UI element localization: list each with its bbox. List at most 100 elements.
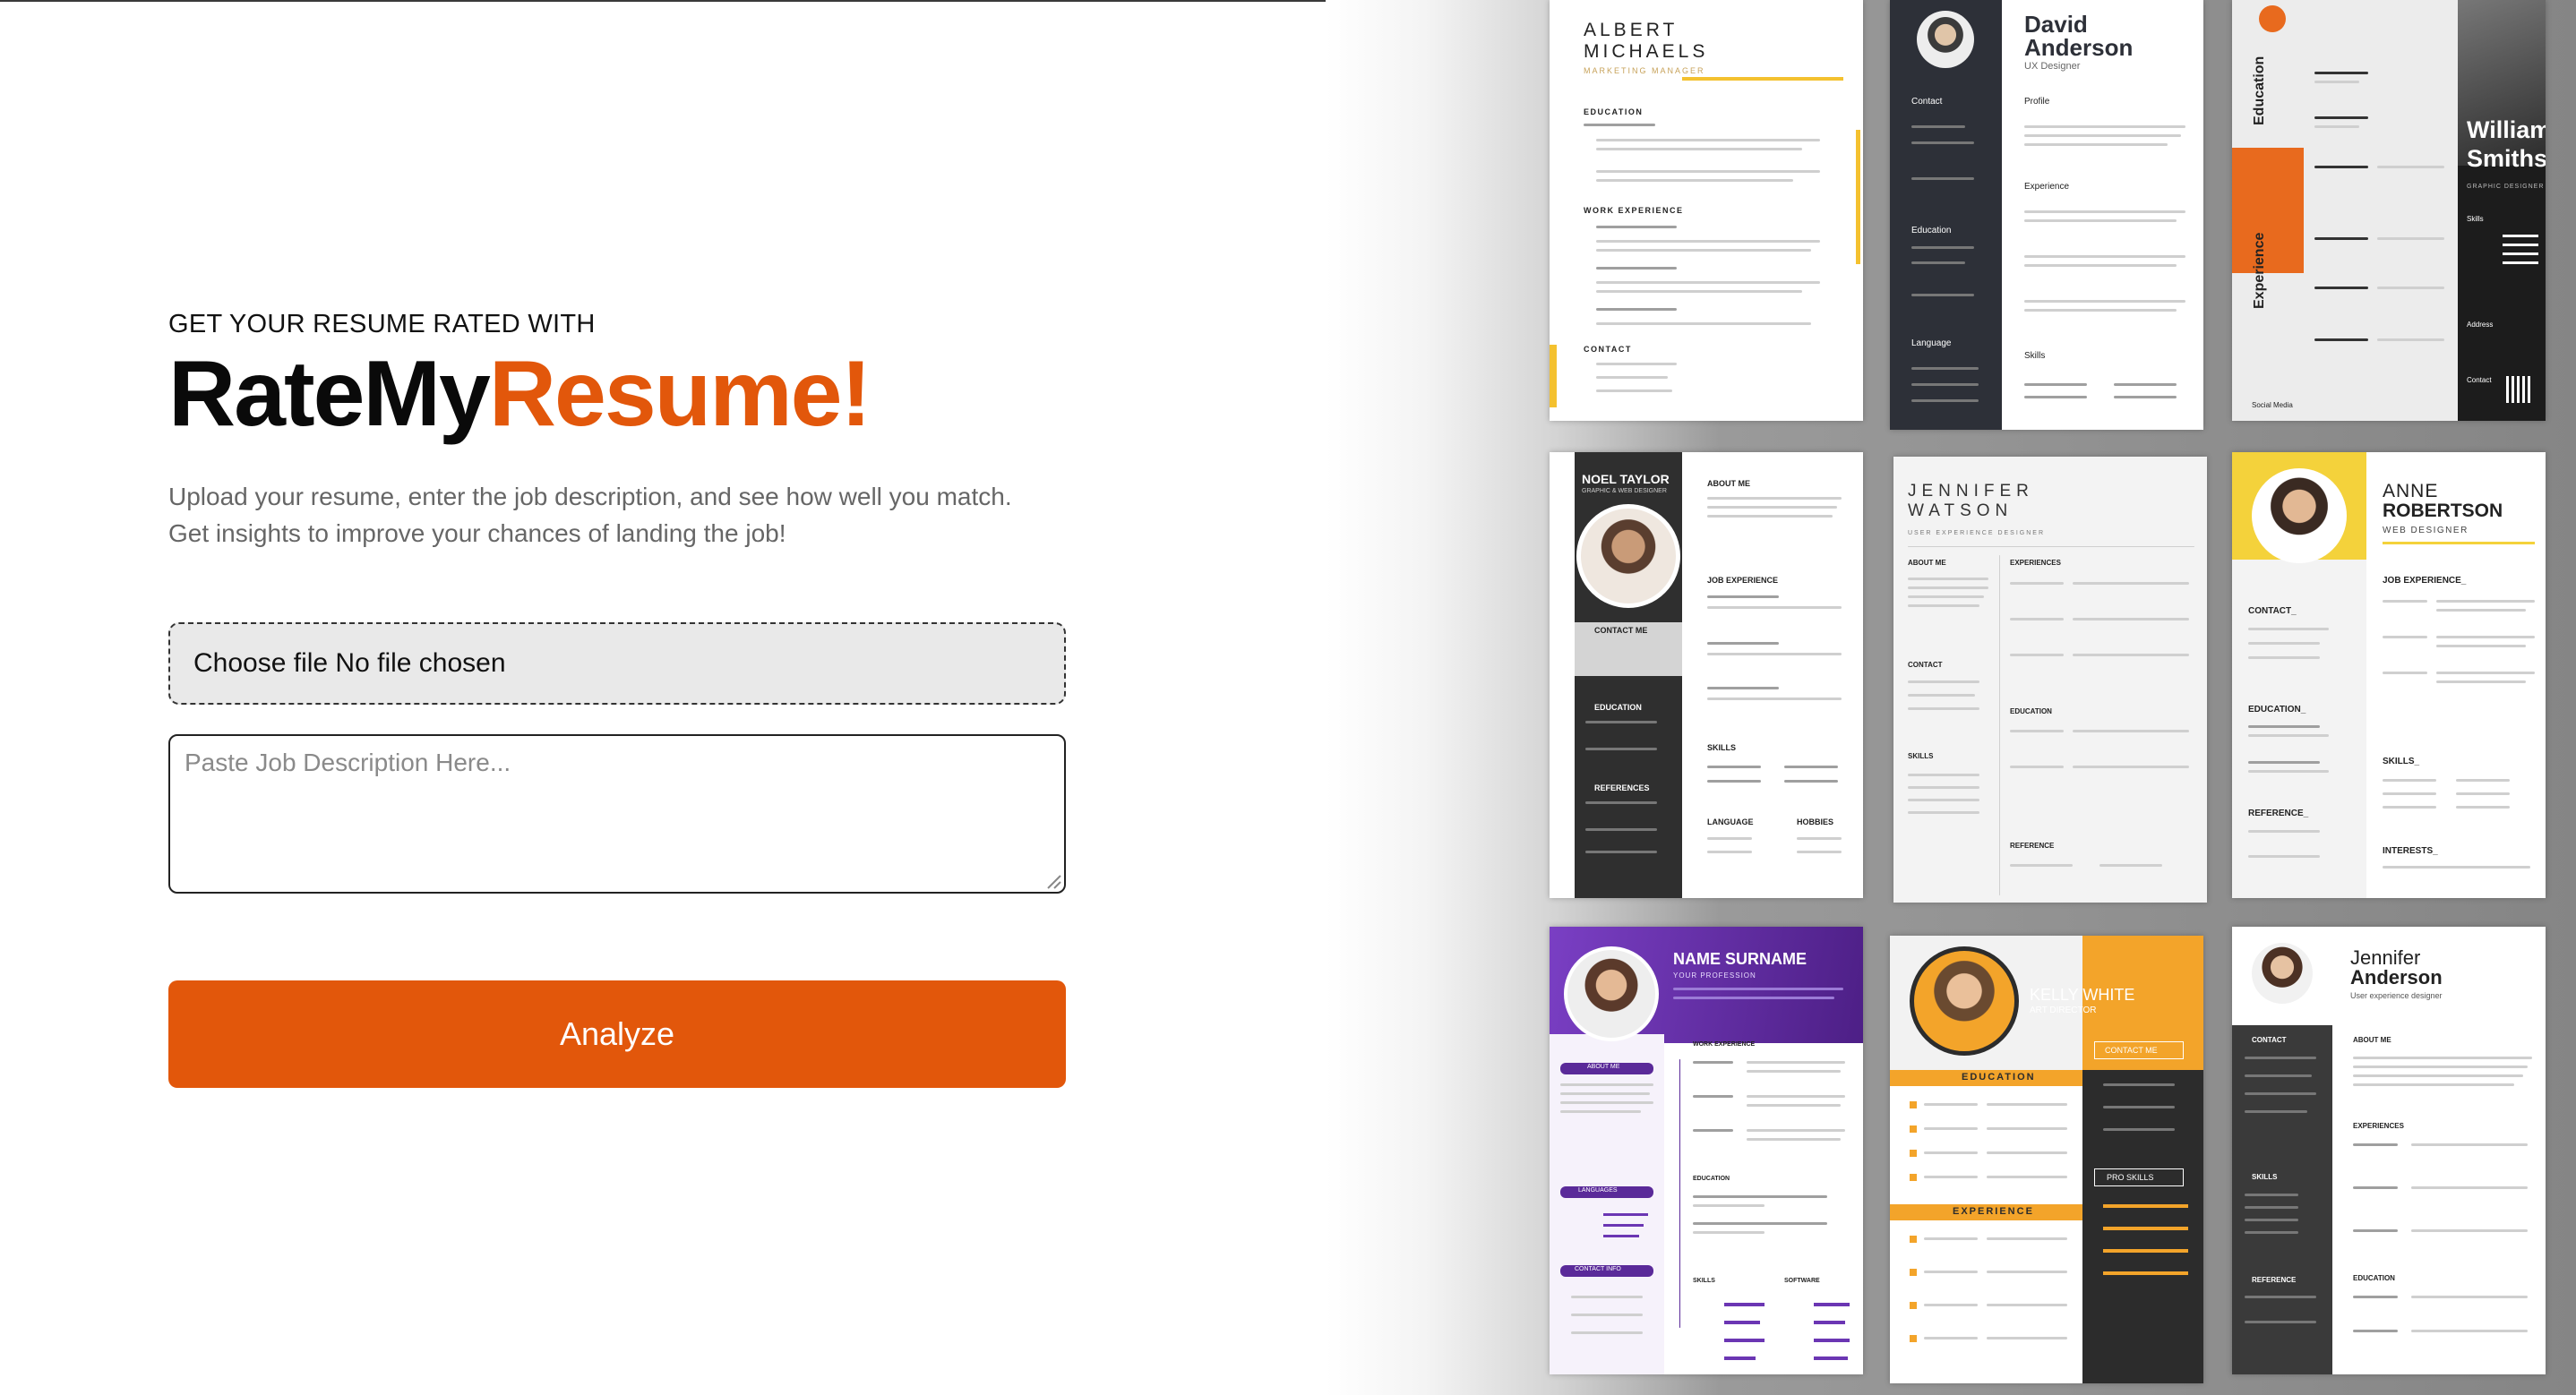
template-role: YOUR PROFESSION: [1673, 971, 1756, 980]
section-heading: EDUCATION: [1584, 107, 1644, 116]
section-heading: HOBBIES: [1797, 817, 1834, 826]
template-name-line2: MICHAELS: [1584, 41, 1709, 62]
section-heading: Skills: [2467, 215, 2484, 223]
section-heading: EDUCATION: [2353, 1274, 2395, 1282]
template-role: GRAPHIC DESIGNER: [2467, 184, 2545, 190]
template-card-jennifer-watson: JENNIFER WATSON USER EXPERIENCE DESIGNER…: [1893, 457, 2207, 903]
section-heading: Address: [2467, 321, 2494, 329]
template-card-david-anderson: David Anderson UX Designer Contact Educa…: [1890, 0, 2203, 430]
section-heading: JOB EXPERIENCE: [1707, 576, 1779, 585]
template-card-noel-taylor: NOEL TAYLOR GRAPHIC & WEB DESIGNER CONTA…: [1550, 452, 1863, 898]
section-heading: Education: [1911, 226, 1952, 235]
page-description: Upload your resume, enter the job descri…: [168, 478, 1064, 552]
template-role: User experience designer: [2350, 991, 2443, 1000]
section-heading: EXPERIENCE: [1953, 1206, 2034, 1217]
section-heading: Experience: [2024, 182, 2070, 192]
section-heading: Profile: [2024, 97, 2050, 107]
section-heading: SKILLS: [1908, 752, 1934, 760]
section-heading: EDUCATION: [2010, 707, 2052, 715]
resume-template-gallery: ALBERT MICHAELS MARKETING MANAGER EDUCAT…: [1326, 0, 2576, 1395]
section-heading: SKILLS: [2252, 1173, 2278, 1181]
section-heading: Contact: [1911, 97, 1943, 107]
qr-code-icon: [2506, 376, 2533, 403]
profile-photo: [1917, 11, 1974, 68]
section-heading: SKILLS: [1693, 1278, 1715, 1284]
section-heading: JOB EXPERIENCE_: [2383, 576, 2467, 586]
resume-file-input[interactable]: Choose file No file chosen: [168, 622, 1066, 705]
section-heading: Contact: [2467, 376, 2492, 384]
section-heading: CONTACT INFO: [1575, 1266, 1621, 1272]
profile-photo: [2252, 468, 2347, 563]
template-name-line1: NAME SURNAME: [1673, 950, 1807, 968]
description-line-1: Upload your resume, enter the job descri…: [168, 483, 1012, 510]
section-heading: ABOUT ME: [2353, 1036, 2391, 1044]
template-role: UX Designer: [2024, 61, 2081, 72]
profile-photo: [1564, 946, 1659, 1041]
template-card-anne-robertson: ANNE ROBERTSON WEB DESIGNER JOB EXPERIEN…: [2232, 452, 2546, 898]
accent-bar: [1682, 77, 1843, 81]
upload-panel: GET YOUR RESUME RATED WITH RateMyResume!…: [168, 0, 1066, 1395]
section-heading: PRO SKILLS: [2107, 1173, 2154, 1182]
section-heading: CONTACT_: [2248, 606, 2297, 616]
accent-bar: [1856, 130, 1860, 264]
section-heading: Social Media: [2252, 401, 2293, 409]
section-heading: EDUCATION: [1594, 703, 1642, 712]
template-name-line1: Williams: [2467, 116, 2546, 143]
section-heading: CONTACT ME: [2105, 1046, 2158, 1055]
description-line-2: Get insights to improve your chances of …: [168, 519, 786, 547]
template-role: WEB DESIGNER: [2383, 526, 2469, 535]
section-heading: WORK EXPERIENCE: [1584, 206, 1684, 215]
template-card-name-surname: NAME SURNAME YOUR PROFESSION ABOUT ME LA…: [1550, 927, 1863, 1374]
template-name-line2: Smiths: [2467, 145, 2546, 172]
section-heading: REFERENCE: [2010, 842, 2055, 850]
section-heading: CONTACT: [1908, 661, 1943, 669]
template-name-line1: JENNIFER: [1908, 482, 2034, 501]
section-heading: REFERENCE_: [2248, 809, 2309, 818]
brand-title-part1: RateMy: [168, 342, 491, 446]
template-card-albert-michaels: ALBERT MICHAELS MARKETING MANAGER EDUCAT…: [1550, 0, 1863, 421]
section-heading: EXPERIENCES: [2010, 559, 2061, 567]
template-name-line2: Anderson: [2350, 966, 2443, 988]
template-role: GRAPHIC & WEB DESIGNER: [1582, 488, 1667, 494]
section-heading: CONTACT ME: [1594, 626, 1648, 635]
template-name-line2: ROBERTSON: [2383, 501, 2503, 521]
analyze-button[interactable]: Analyze: [168, 980, 1066, 1088]
accent-bar: [1550, 345, 1557, 407]
section-heading: LANGUAGE: [1707, 817, 1754, 826]
template-card-kelly-white: KELLY WHITE ART DIRECTOR EDUCATION EXPER…: [1890, 936, 2203, 1383]
brand-title: RateMyResume!: [168, 340, 872, 448]
profile-photo: [1576, 504, 1680, 608]
template-role: USER EXPERIENCE DESIGNER: [1908, 530, 2046, 536]
section-heading: Language: [1911, 338, 1952, 348]
template-card-williams-smiths: Education Experience Williams Smiths GRA…: [2232, 0, 2546, 421]
section-heading: REFERENCES: [1594, 783, 1650, 792]
section-heading: EDUCATION_: [2248, 705, 2306, 715]
profile-photo: [2252, 943, 2313, 1004]
template-name-line1: ANNE: [2383, 481, 2439, 501]
section-heading: WORK EXPERIENCE: [1693, 1041, 1756, 1048]
section-heading: SKILLS_: [2383, 757, 2420, 766]
template-name-line1: KELLY WHITE: [2030, 986, 2135, 1004]
section-heading: Skills: [2024, 351, 2046, 361]
section-heading: REFERENCE: [2252, 1276, 2297, 1284]
job-description-textarea[interactable]: [168, 734, 1066, 894]
section-heading: Experience: [2252, 232, 2267, 309]
section-heading: Education: [2252, 56, 2267, 125]
section-heading: EXPERIENCES: [2353, 1122, 2404, 1130]
section-heading: ABOUT ME: [1908, 559, 1946, 567]
section-heading: CONTACT: [2252, 1036, 2287, 1044]
section-heading: EDUCATION: [1962, 1072, 2036, 1083]
template-name-line2: WATSON: [1908, 501, 2014, 520]
template-role: ART DIRECTOR: [2030, 1006, 2097, 1015]
section-heading: ABOUT ME: [1707, 479, 1750, 488]
template-name-line1: ALBERT: [1584, 20, 1679, 40]
section-heading: EDUCATION: [1693, 1176, 1730, 1182]
logo-badge: [2259, 5, 2286, 32]
section-heading: LANGUAGES: [1578, 1187, 1618, 1194]
page-kicker: GET YOUR RESUME RATED WITH: [168, 310, 596, 338]
brand-title-part2: Resume!: [488, 342, 872, 446]
template-name-line1: NOEL TAYLOR: [1582, 472, 1670, 486]
accent-block: [2232, 148, 2304, 273]
section-heading: CONTACT: [1584, 345, 1632, 354]
section-heading: SOFTWARE: [1784, 1278, 1820, 1284]
